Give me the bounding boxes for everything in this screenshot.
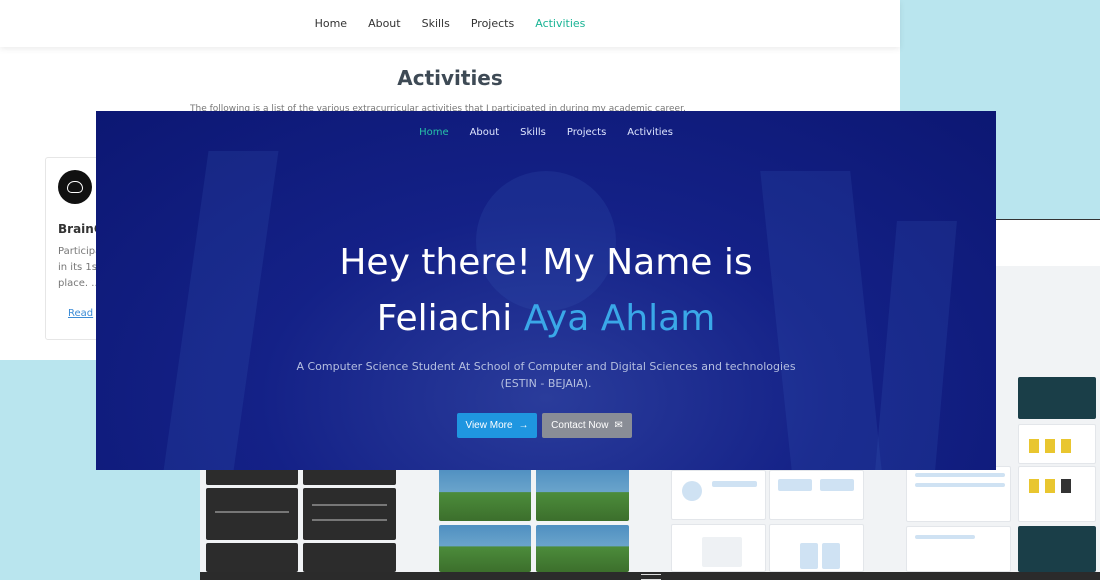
view-more-label: View More [465, 420, 513, 431]
heading-name-plain: Feliachi [376, 298, 513, 339]
nav-about[interactable]: About [470, 127, 500, 138]
project-thumbnail[interactable] [671, 524, 766, 572]
hero-section: Home About Skills Projects Activities He… [96, 111, 996, 470]
card-text-line: place. ... [58, 278, 98, 289]
hero-navbar: Home About Skills Projects Activities [96, 127, 996, 138]
nav-skills[interactable]: Skills [520, 127, 546, 138]
project-thumbnail[interactable] [206, 543, 298, 572]
subtitle-line-2: (ESTIN - BEJAIA). [500, 377, 592, 390]
activities-title: Activities [397, 66, 503, 90]
project-thumbnail[interactable] [906, 466, 1011, 522]
project-thumbnail[interactable] [671, 470, 766, 520]
bg-nav-projects[interactable]: Projects [471, 17, 514, 30]
project-thumbnail[interactable] [769, 470, 864, 520]
contact-now-label: Contact Now [551, 420, 609, 431]
project-thumbnail[interactable] [1018, 424, 1096, 464]
project-thumbnail[interactable] [906, 526, 1011, 572]
menu-icon[interactable] [641, 574, 661, 580]
project-thumbnail[interactable] [1018, 526, 1096, 572]
project-thumbnail[interactable] [303, 543, 396, 572]
card-text-line: in its 1st [58, 262, 98, 273]
club-logo-icon [58, 170, 92, 204]
bg-nav-home[interactable]: Home [315, 17, 347, 30]
arrow-right-icon: → [518, 420, 529, 431]
nav-projects[interactable]: Projects [567, 127, 606, 138]
project-thumbnail[interactable] [439, 468, 531, 521]
project-thumbnail[interactable] [206, 488, 298, 540]
project-thumbnail[interactable] [536, 525, 629, 572]
subtitle-line-1: A Computer Science Student At School of … [296, 360, 796, 373]
nav-activities[interactable]: Activities [627, 127, 673, 138]
project-thumbnail[interactable] [769, 524, 864, 572]
nav-home[interactable]: Home [419, 127, 449, 138]
background-navbar: Home About Skills Projects Activities [0, 0, 900, 47]
project-thumbnail[interactable] [1018, 466, 1096, 522]
hero-subtitle: A Computer Science Student At School of … [296, 358, 796, 392]
project-thumbnail[interactable] [536, 468, 629, 521]
project-thumbnail[interactable] [439, 525, 531, 572]
contact-now-button[interactable]: Contact Now ✉ [542, 413, 632, 438]
hero-heading: Hey there! My Name is Feliachi Aya Ahlam [96, 235, 996, 347]
heading-line-1: Hey there! My Name is [339, 242, 753, 283]
activity-card-text: Participa in its 1st place. ... [58, 244, 98, 292]
mail-icon: ✉ [614, 420, 623, 431]
bg-nav-skills[interactable]: Skills [422, 17, 450, 30]
project-thumbnail[interactable] [303, 488, 396, 540]
read-more-link[interactable]: Read [68, 308, 93, 319]
bg-nav-activities[interactable]: Activities [535, 17, 585, 30]
card-text-line: Participa [58, 246, 98, 257]
view-more-button[interactable]: View More → [457, 413, 537, 438]
heading-name-highlight: Aya Ahlam [523, 298, 716, 339]
bg-nav-about[interactable]: About [368, 17, 401, 30]
project-thumbnail[interactable] [1018, 377, 1096, 419]
